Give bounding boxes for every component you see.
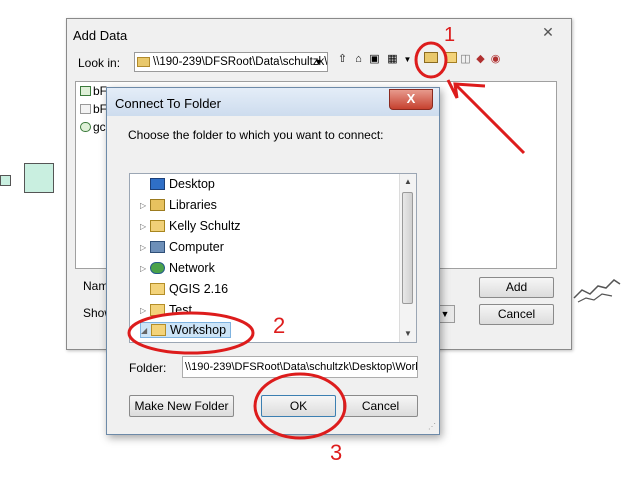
annotation-circle-1 (414, 41, 448, 79)
annotation-circle-2 (127, 311, 255, 355)
annotation-arrow-line (453, 82, 526, 155)
annotation-overlay (127, 41, 526, 440)
annotation-circle-3 (253, 372, 347, 440)
annotation-number-2: 2 (273, 313, 286, 338)
annotation-number-3: 3 (330, 440, 343, 465)
annotation-number-1: 1 (444, 24, 456, 46)
